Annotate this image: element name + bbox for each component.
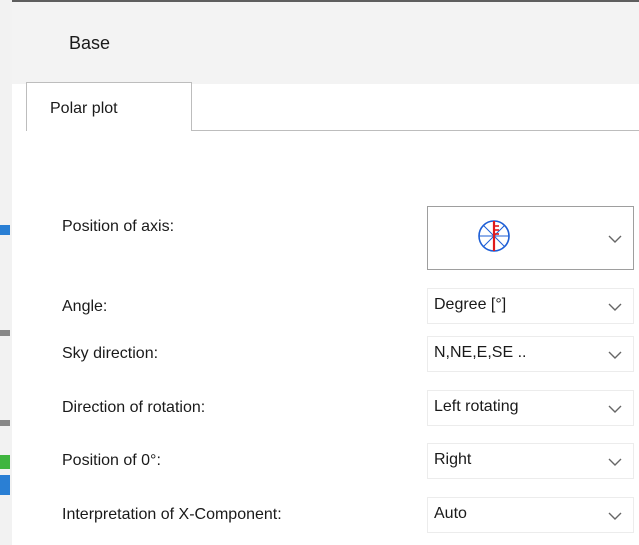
polar-axis-icon bbox=[478, 220, 510, 252]
direction-of-rotation-dropdown[interactable]: Left rotating bbox=[427, 390, 634, 426]
tab-polar-plot[interactable]: Polar plot bbox=[26, 82, 192, 131]
chevron-down-icon bbox=[608, 405, 622, 413]
x-component-label: Interpretation of X-Component: bbox=[62, 506, 282, 523]
angle-label: Angle: bbox=[62, 298, 108, 315]
chevron-down-icon bbox=[608, 351, 622, 359]
background-mark bbox=[0, 455, 10, 469]
background-mark bbox=[0, 475, 10, 495]
direction-of-rotation-label: Direction of rotation: bbox=[62, 399, 206, 416]
dialog-header: Base bbox=[12, 0, 639, 84]
chevron-down-icon bbox=[608, 512, 622, 520]
dialog-title: Base bbox=[69, 33, 111, 53]
direction-of-rotation-value: Left rotating bbox=[434, 398, 519, 415]
sky-direction-value: N,NE,E,SE .. bbox=[434, 344, 527, 361]
chevron-down-icon bbox=[608, 303, 622, 311]
chevron-down-icon bbox=[608, 458, 622, 466]
settings-dialog: Base Polar plot Position of axis: Angle:… bbox=[12, 0, 639, 545]
x-component-value: Auto bbox=[434, 505, 467, 522]
position-of-axis-label: Position of axis: bbox=[62, 218, 175, 235]
angle-dropdown[interactable]: Degree [°] bbox=[427, 288, 634, 324]
tab-label: Polar plot bbox=[50, 100, 118, 117]
tabstrip-border bbox=[192, 130, 639, 131]
sky-direction-label: Sky direction: bbox=[62, 345, 159, 362]
angle-value: Degree [°] bbox=[434, 296, 507, 313]
sky-direction-dropdown[interactable]: N,NE,E,SE .. bbox=[427, 336, 634, 372]
chevron-down-icon bbox=[608, 235, 622, 243]
background-mark bbox=[0, 225, 10, 235]
background-mark bbox=[0, 420, 10, 426]
background-mark bbox=[0, 330, 10, 336]
position-of-zero-label: Position of 0°: bbox=[62, 452, 161, 469]
position-of-zero-value: Right bbox=[434, 451, 472, 468]
x-component-dropdown[interactable]: Auto bbox=[427, 497, 634, 533]
position-of-axis-dropdown[interactable] bbox=[427, 206, 634, 270]
position-of-zero-dropdown[interactable]: Right bbox=[427, 443, 634, 479]
